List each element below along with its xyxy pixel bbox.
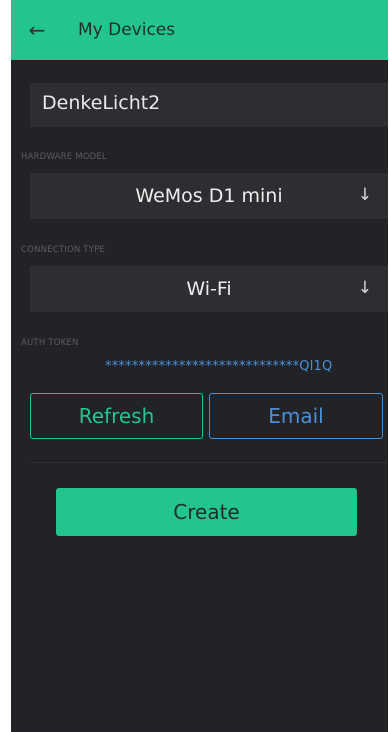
hardware-model-label: HARDWARE MODEL <box>21 152 107 162</box>
device-name-value[interactable]: DenkeLicht2 <box>42 92 160 114</box>
create-button[interactable]: Create <box>56 488 357 536</box>
auth-token-value: *****************************Ql1Q <box>105 359 333 374</box>
connection-type-select[interactable]: Wi-Fi ↓ <box>30 266 388 312</box>
app-header: ← My Devices <box>11 0 388 60</box>
hardware-model-value: WeMos D1 mini <box>135 185 283 207</box>
auth-token-label: AUTH TOKEN <box>21 338 79 348</box>
section-divider <box>30 462 388 463</box>
device-settings-screen: ← My Devices DenkeLicht2 HARDWARE MODEL … <box>11 0 388 732</box>
back-arrow-icon[interactable]: ← <box>25 16 49 44</box>
connection-dropdown-arrow-icon[interactable]: ↓ <box>358 278 372 298</box>
page-title: My Devices <box>78 20 176 40</box>
connection-type-label: CONNECTION TYPE <box>21 245 105 255</box>
email-button[interactable]: Email <box>209 393 383 439</box>
hardware-dropdown-arrow-icon[interactable]: ↓ <box>358 185 372 205</box>
refresh-button[interactable]: Refresh <box>30 393 203 439</box>
device-name-field[interactable]: DenkeLicht2 <box>30 83 388 127</box>
hardware-model-select[interactable]: WeMos D1 mini ↓ <box>30 173 388 219</box>
connection-type-value: Wi-Fi <box>186 278 232 300</box>
